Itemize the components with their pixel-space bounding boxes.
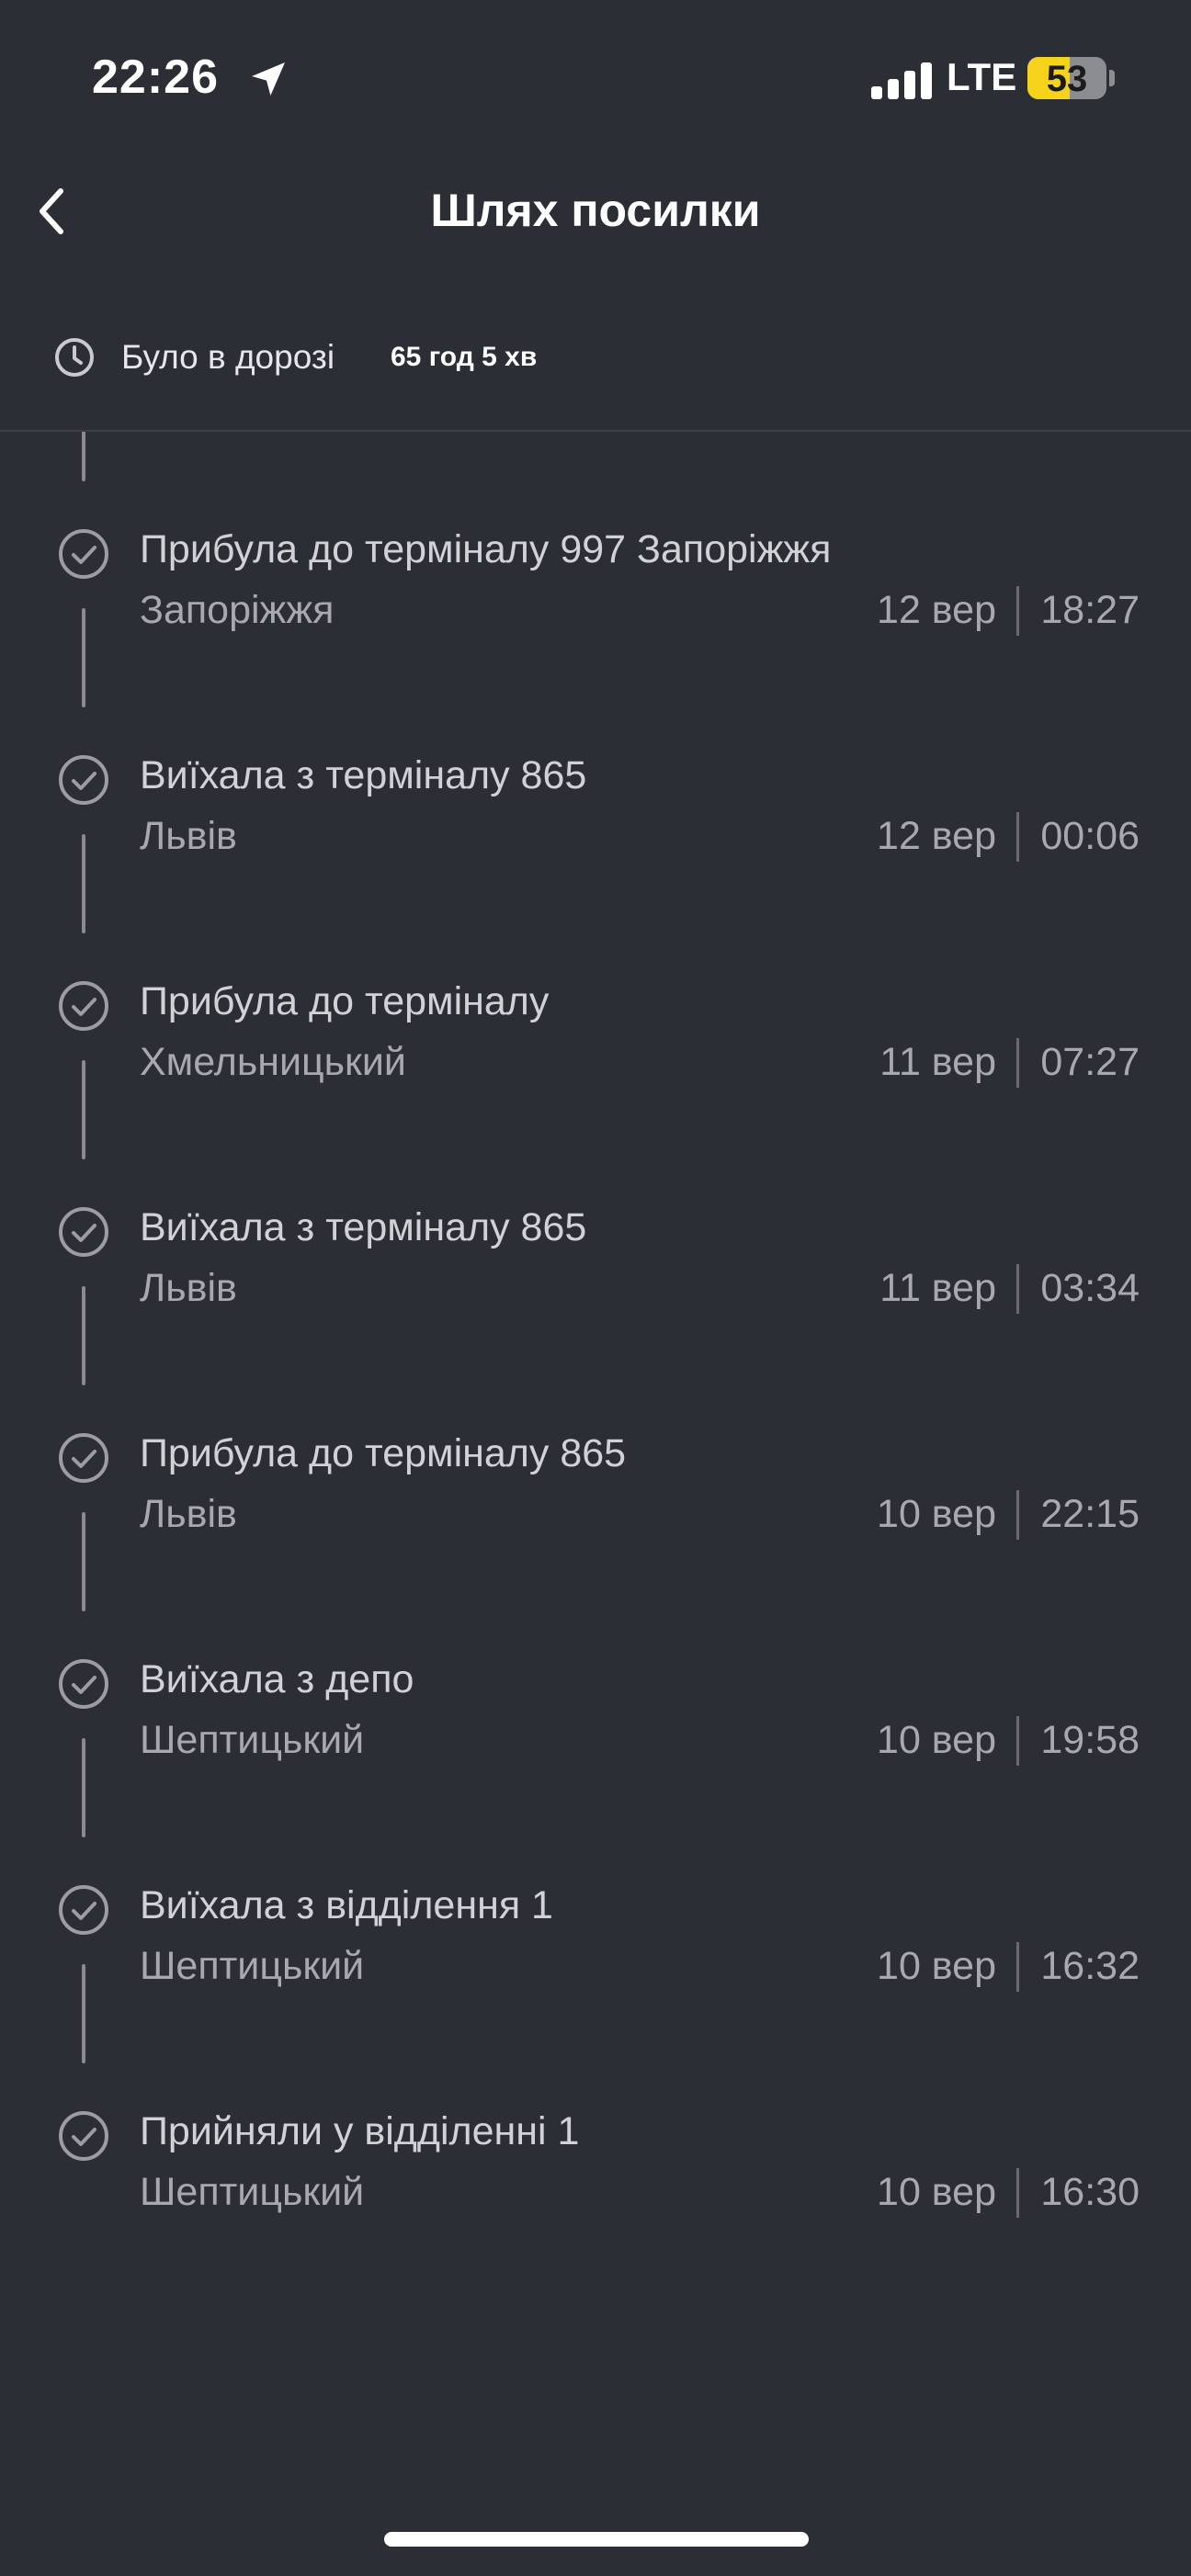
event-time: 18:27: [1040, 588, 1140, 632]
timeline-connector: [82, 432, 85, 481]
event-time: 22:15: [1040, 1492, 1140, 1536]
date-time-separator: [1016, 586, 1019, 636]
event-city: Львів: [140, 814, 237, 858]
event-city: Львів: [140, 1266, 237, 1310]
event-date: 11 вер: [879, 1266, 996, 1310]
event-title: Виїхала з депо: [140, 1657, 414, 1701]
event-title: Виїхала з відділення 1: [140, 1883, 553, 1927]
timeline-event: Прибула до терміналу Хмельницький 11 вер…: [0, 963, 1191, 1189]
date-time-separator: [1016, 1038, 1019, 1088]
event-date: 12 вер: [877, 814, 996, 858]
tracking-screen: 22:26 LTE 53 Шлях посилки Було в дорозі …: [0, 0, 1191, 2576]
event-date: 10 вер: [877, 1944, 996, 1988]
check-circle-icon: [59, 981, 108, 1031]
timeline-connector: [82, 1964, 85, 2063]
event-list: Запоріжжя 13 вер 08:25 Прибула до термін…: [0, 432, 1191, 2319]
transit-value: 65 год 5 хв: [391, 342, 538, 372]
event-title: Виїхала з терміналу 865: [140, 1205, 587, 1249]
event-city: Хмельницький: [140, 1040, 406, 1084]
timeline-connector: [82, 608, 85, 707]
event-city: Шептицький: [140, 1718, 365, 1762]
event-city: Запоріжжя: [140, 588, 335, 632]
event-date: 11 вер: [879, 1040, 996, 1084]
timeline-event: Виїхала з відділення 1 Шептицький 10 вер…: [0, 1867, 1191, 2093]
event-time: 00:06: [1040, 814, 1140, 858]
event-time: 16:32: [1040, 1944, 1140, 1988]
date-time-separator: [1016, 1264, 1019, 1314]
check-circle-icon: [59, 2111, 108, 2161]
event-time: 19:58: [1040, 1718, 1140, 1762]
event-date: 10 вер: [877, 1718, 996, 1762]
clock-icon: [55, 338, 94, 377]
event-time: 16:30: [1040, 2170, 1140, 2214]
timeline-event: Прийняли у відділенні 1 Шептицький 10 ве…: [0, 2093, 1191, 2319]
battery-icon: 53: [1027, 57, 1106, 99]
event-time: 07:27: [1040, 1040, 1140, 1084]
date-time-separator: [1016, 1490, 1019, 1540]
event-date: 10 вер: [877, 1492, 996, 1536]
event-city: Шептицький: [140, 2170, 365, 2214]
timeline-event: Прибула до терміналу 865 Львів 10 вер 22…: [0, 1415, 1191, 1641]
check-circle-icon: [59, 1885, 108, 1935]
event-title: Виїхала з терміналу 865: [140, 753, 587, 797]
check-circle-icon: [59, 529, 108, 579]
tracking-timeline[interactable]: Запоріжжя 13 вер 08:25 Прибула до термін…: [0, 432, 1191, 2576]
event-title: Прийняли у відділенні 1: [140, 2109, 580, 2153]
check-circle-icon: [59, 755, 108, 805]
check-circle-icon: [59, 1207, 108, 1257]
event-date: 12 вер: [877, 588, 996, 632]
timeline-event: Виїхала з терміналу 865 Львів 12 вер 00:…: [0, 737, 1191, 963]
battery-percent: 53: [1046, 59, 1088, 99]
event-title: Прибула до терміналу: [140, 979, 550, 1023]
date-time-separator: [1016, 812, 1019, 862]
event-date: 10 вер: [877, 2170, 996, 2214]
home-indicator[interactable]: [384, 2532, 809, 2547]
date-time-separator: [1016, 1942, 1019, 1992]
event-city: Львів: [140, 1492, 237, 1536]
status-time: 22:26: [92, 51, 219, 104]
date-time-separator: [1016, 1716, 1019, 1766]
timeline-connector: [82, 1286, 85, 1385]
location-arrow-icon: [252, 62, 285, 96]
event-city: Шептицький: [140, 1944, 365, 1988]
event-title: Прибула до терміналу 997 Запоріжжя: [140, 527, 832, 571]
timeline-connector: [82, 1738, 85, 1837]
event-title: Прибула до терміналу 865: [140, 1431, 627, 1475]
battery-tip: [1109, 70, 1115, 86]
timeline-connector: [82, 1060, 85, 1159]
timeline-event: Прибула до терміналу 997 Запоріжжя Запор…: [0, 511, 1191, 737]
event-time: 03:34: [1040, 1266, 1140, 1310]
cellular-signal-icon: [871, 62, 932, 99]
timeline-event: Виїхала з терміналу 865 Львів 11 вер 03:…: [0, 1189, 1191, 1415]
timeline-event: Запоріжжя 13 вер 08:25: [0, 432, 1191, 511]
date-time-separator: [1016, 2168, 1019, 2218]
check-circle-icon: [59, 1659, 108, 1709]
timeline-connector: [82, 1512, 85, 1611]
network-type: LTE: [947, 55, 1017, 98]
timeline-connector: [82, 834, 85, 933]
check-circle-icon: [59, 1433, 108, 1483]
timeline-event: Виїхала з депо Шептицький 10 вер 19:58: [0, 1641, 1191, 1867]
page-title: Шлях посилки: [430, 185, 761, 236]
transit-label: Було в дорозі: [121, 338, 335, 376]
